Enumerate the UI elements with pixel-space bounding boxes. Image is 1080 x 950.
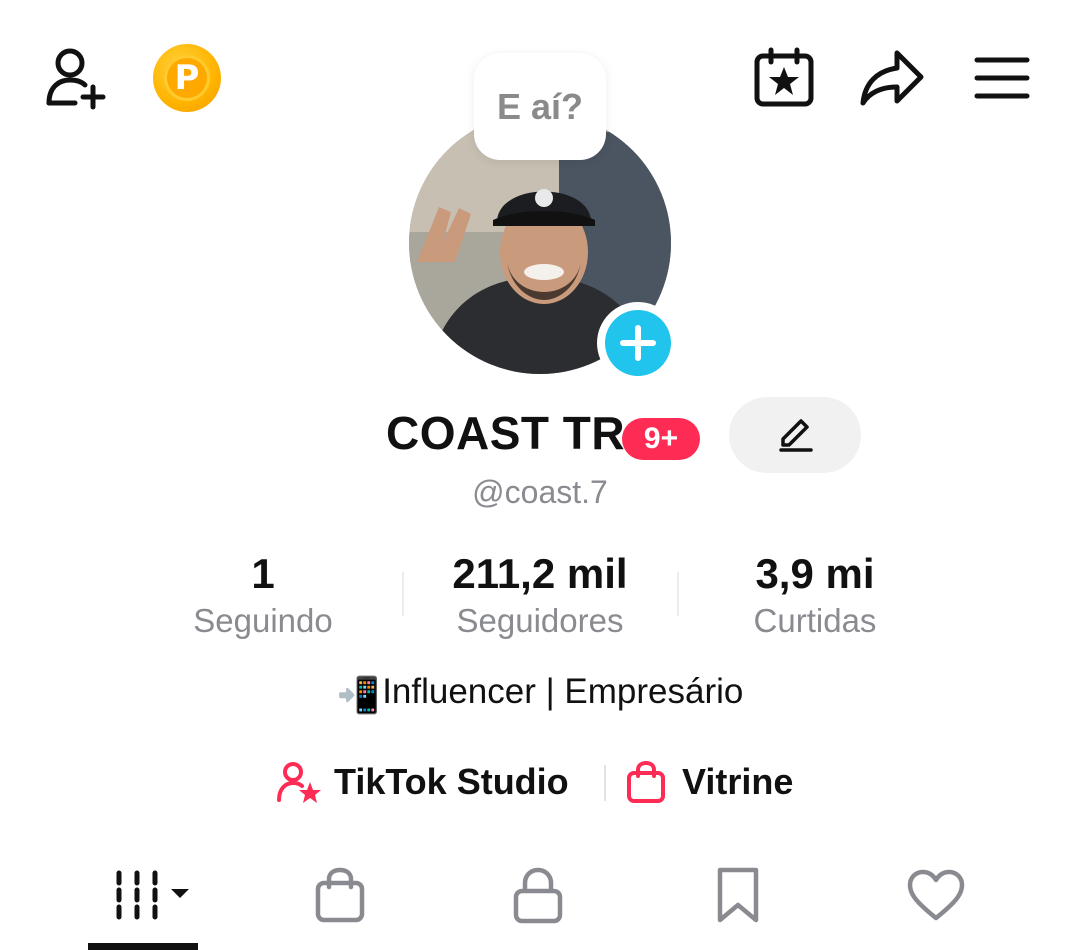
tab-videos[interactable]: [108, 860, 198, 930]
tiktok-studio-label: TikTok Studio: [334, 761, 569, 802]
shopping-bag-icon: [627, 760, 665, 803]
username: @coast.7: [472, 474, 608, 510]
edit-profile-button[interactable]: [729, 397, 861, 473]
plus-icon: [605, 310, 671, 376]
stat-value: 211,2 mil: [452, 550, 628, 597]
coin-icon: P: [164, 55, 210, 101]
vitrine-link[interactable]: Vitrine: [626, 752, 793, 812]
hamburger-menu-icon: [974, 57, 1030, 99]
stat-value: 3,9 mi: [755, 550, 875, 597]
grid-videos-icon: [116, 870, 189, 920]
tab-private[interactable]: [498, 860, 578, 930]
status-bubble-text: E aí?: [496, 85, 584, 127]
calendar-star-icon: [754, 47, 814, 107]
stat-likes[interactable]: 3,9 mi Curtidas: [685, 550, 945, 640]
link-divider: [604, 765, 606, 801]
bookmark-icon: [717, 867, 759, 923]
lock-icon: [513, 867, 563, 924]
notification-badge[interactable]: 9+: [622, 418, 700, 460]
status-bubble[interactable]: E aí?: [474, 53, 606, 160]
events-calendar-button[interactable]: [748, 42, 820, 114]
active-tab-indicator: [88, 943, 198, 950]
add-person-icon: [46, 48, 106, 110]
stat-label: Seguindo: [193, 602, 333, 639]
share-arrow-icon: [860, 50, 924, 106]
share-profile-button[interactable]: [856, 42, 928, 114]
stat-divider: [677, 572, 679, 616]
change-avatar-button[interactable]: [597, 302, 679, 384]
display-name: COAST TR: [386, 407, 626, 459]
pencil-icon: [779, 419, 813, 452]
vitrine-label: Vitrine: [682, 761, 794, 802]
tiktok-studio-link[interactable]: TikTok Studio: [276, 752, 569, 812]
stat-value: 1: [251, 550, 275, 597]
phone-emoji: 📲: [336, 676, 381, 715]
stat-divider: [402, 572, 404, 616]
stat-label: Seguidores: [456, 602, 624, 639]
tab-liked[interactable]: [896, 860, 976, 930]
tab-shop[interactable]: [300, 860, 380, 930]
stat-following[interactable]: 1 Seguindo: [133, 550, 393, 640]
coins-button[interactable]: P: [153, 44, 221, 112]
bio[interactable]: 📲Influencer | Empresário: [0, 672, 1080, 716]
bio-text: Influencer | Empresário: [382, 672, 744, 711]
menu-button[interactable]: [966, 42, 1038, 114]
heart-icon: [907, 869, 965, 921]
tab-saved[interactable]: [698, 860, 778, 930]
add-friend-button[interactable]: [40, 42, 112, 114]
creator-star-icon: [277, 762, 321, 803]
stat-followers[interactable]: 211,2 mil Seguidores: [410, 550, 670, 640]
shopping-bag-icon: [315, 867, 365, 923]
stat-label: Curtidas: [753, 602, 877, 639]
